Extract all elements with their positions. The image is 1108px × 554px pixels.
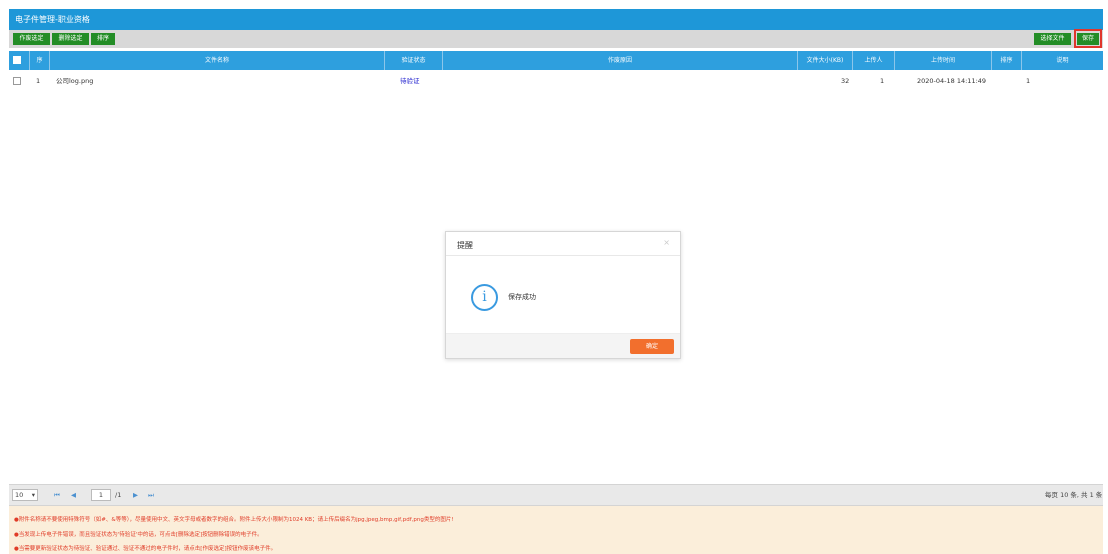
window-title: 电子件管理-职业资格 <box>9 9 1103 30</box>
select-file-button[interactable]: 选择文件 <box>1034 33 1071 45</box>
column-header-upload-time[interactable]: 上传时间 <box>894 51 991 70</box>
sort-button[interactable]: 排序 <box>91 33 115 45</box>
note-line: ●当发现上传电子件错误，而且验证状态为'待验证'中的话，可点击[删除选定]按钮删… <box>14 532 263 538</box>
page-size-select[interactable]: 10 ▾ <box>12 489 38 501</box>
row-status-link[interactable]: 待验证 <box>400 72 420 90</box>
prev-page-icon[interactable]: ◀ <box>71 489 76 501</box>
page-size-value: 10 <box>15 491 24 499</box>
table-row[interactable]: 1 公司log.png 待验证 32 1 2020-04-18 14:11:49… <box>9 72 1103 90</box>
note-line: ●附件名称请不要使用特殊符号（如#、&等等），尽量使用中文、英文字母或者数字的组… <box>14 517 454 523</box>
dialog-title: 提醒 <box>457 241 473 250</box>
page-number-input[interactable]: 1 <box>91 489 111 501</box>
close-icon[interactable]: × <box>663 238 670 247</box>
row-upload-time: 2020-04-18 14:11:49 <box>917 77 987 85</box>
alert-dialog: 提醒 × i 保存成功 确定 <box>445 231 681 359</box>
ok-button[interactable]: 确定 <box>630 339 674 354</box>
row-order: 1 <box>1026 77 1031 85</box>
save-button-highlight <box>1074 29 1102 48</box>
chevron-down-icon: ▾ <box>31 491 35 499</box>
column-header-file-name[interactable]: 文件名称 <box>49 51 384 70</box>
toolbar: 作废选定 删除选定 排序 选择文件 保存 <box>9 30 1103 48</box>
notes-panel: ●附件名称请不要使用特殊符号（如#、&等等），尽量使用中文、英文字母或者数字的组… <box>9 506 1103 554</box>
pagination-summary: 每页 10 条, 共 1 条 <box>1045 491 1103 499</box>
table-header: 序 文件名称 验证状态 作废原因 文件大小(KB) 上传人 上传时间 排序 说明 <box>9 51 1103 70</box>
dialog-message: 保存成功 <box>508 293 536 301</box>
info-icon: i <box>471 284 498 311</box>
dialog-divider <box>446 255 680 256</box>
row-size: 32 <box>841 77 850 85</box>
delete-selected-button[interactable]: 删除选定 <box>52 33 89 45</box>
column-header-status[interactable]: 验证状态 <box>384 51 442 70</box>
row-checkbox[interactable] <box>13 77 21 85</box>
row-file-name: 公司log.png <box>56 77 94 85</box>
column-header-uploader[interactable]: 上传人 <box>852 51 894 70</box>
first-page-icon[interactable]: ⏮ <box>54 489 60 501</box>
next-page-icon[interactable]: ▶ <box>133 489 138 501</box>
row-uploader: 1 <box>880 77 885 85</box>
dialog-footer: 确定 <box>446 333 680 358</box>
select-all-checkbox[interactable] <box>13 56 21 64</box>
total-pages: /1 <box>115 491 122 499</box>
column-header-order[interactable]: 排序 <box>991 51 1021 70</box>
column-header-index: 序 <box>29 51 49 70</box>
pagination-bar: 10 ▾ ⏮ ◀ 1 /1 ▶ ⏭ 每页 10 条, 共 1 条 <box>9 484 1103 506</box>
note-line: ●当需要更新验证状态为待验证、验证通过、验证不通过的电子件时，请点击[作废选定]… <box>14 546 277 552</box>
column-header-note[interactable]: 说明 <box>1021 51 1103 70</box>
void-selected-button[interactable]: 作废选定 <box>13 33 50 45</box>
column-header-size[interactable]: 文件大小(KB) <box>797 51 852 70</box>
last-page-icon[interactable]: ⏭ <box>148 489 154 501</box>
row-index: 1 <box>36 77 41 85</box>
column-header-void-reason[interactable]: 作废原因 <box>442 51 797 70</box>
